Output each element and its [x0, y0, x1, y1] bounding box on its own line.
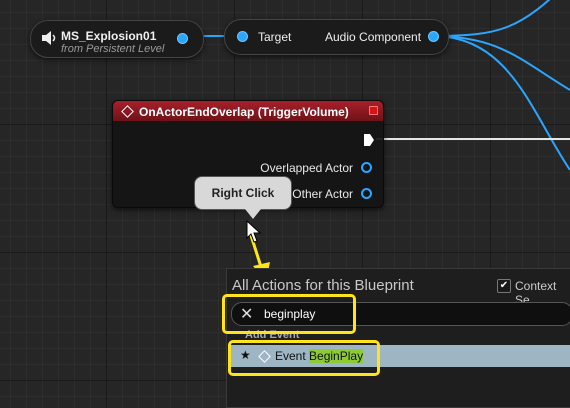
variable-subtitle: from Persistent Level — [61, 43, 165, 55]
variable-name: MS_Explosion01 — [61, 29, 157, 43]
exec-output-pin[interactable] — [363, 133, 375, 147]
event-node-title: OnActorEndOverlap (TriggerVolume) — [139, 105, 349, 119]
overlapped-actor-label: Overlapped Actor — [260, 161, 353, 175]
action-menu-title: All Actions for this Blueprint — [232, 277, 414, 294]
target-input-pin[interactable] — [237, 31, 248, 42]
delegate-pin-icon[interactable] — [369, 106, 378, 115]
audio-component-output-pin[interactable] — [428, 31, 439, 42]
other-actor-label: Other Actor — [292, 187, 353, 201]
speaker-icon — [42, 31, 56, 45]
search-highlight-box — [222, 294, 356, 334]
action-menu[interactable]: All Actions for this Blueprint ✔ Context… — [226, 268, 570, 408]
variable-output-pin[interactable] — [177, 33, 188, 44]
get-audio-component-node[interactable]: Target Audio Component — [224, 19, 449, 55]
right-click-callout: Right Click — [194, 176, 292, 219]
overlapped-actor-pin[interactable] — [361, 162, 372, 173]
variable-node[interactable]: MS_Explosion01 from Persistent Level — [30, 20, 204, 58]
mouse-cursor-icon — [246, 220, 262, 243]
other-actor-pin[interactable] — [361, 188, 372, 199]
result-highlight-box — [228, 340, 380, 376]
audio-component-label: Audio Component — [325, 30, 422, 44]
event-diamond-icon — [121, 105, 134, 118]
target-label: Target — [258, 30, 292, 44]
event-node-header: OnActorEndOverlap (TriggerVolume) — [113, 101, 383, 121]
context-sensitive-checkbox[interactable]: ✔ — [497, 279, 511, 293]
